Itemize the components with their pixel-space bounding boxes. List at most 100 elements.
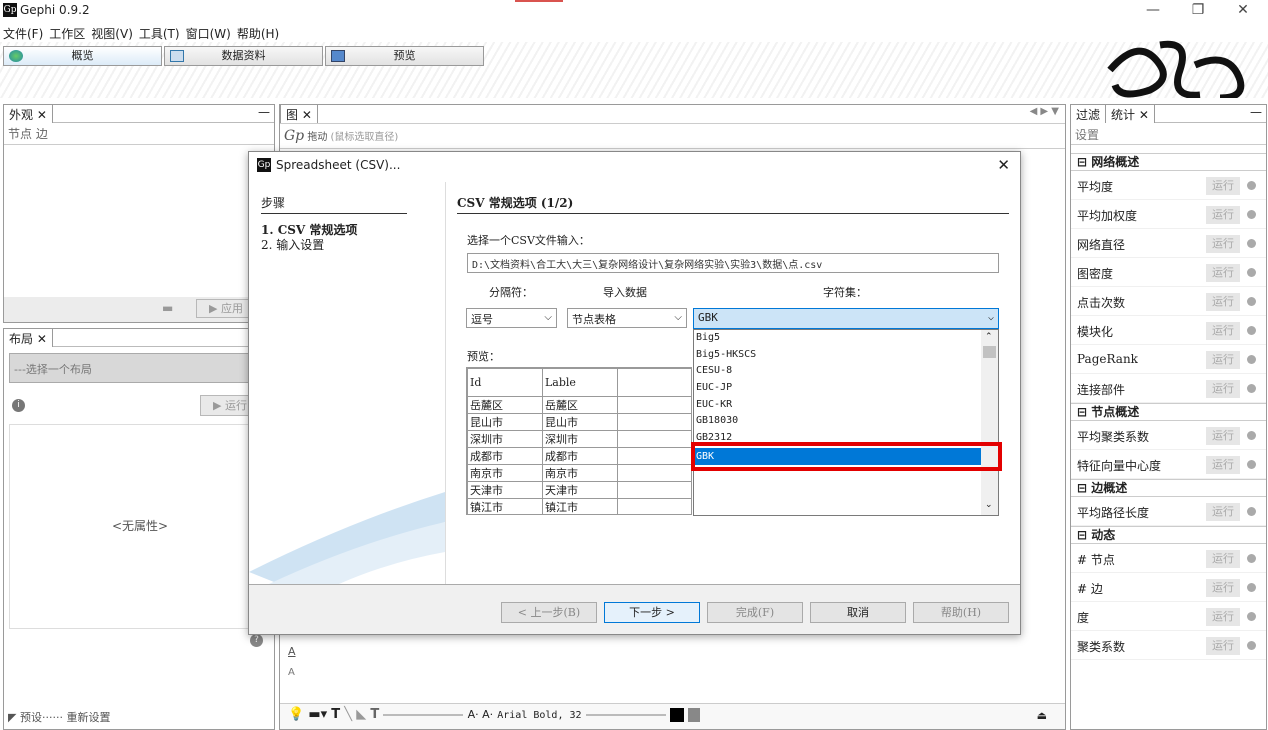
scroll-thumb[interactable] (983, 346, 996, 358)
stat-run-button[interactable]: 运行 (1206, 206, 1240, 224)
preset-button[interactable]: 预设······ (20, 711, 63, 724)
minimize-panel-icon[interactable]: — (258, 105, 270, 119)
eject-icon[interactable]: ⏏ (1037, 709, 1047, 722)
charset-option[interactable]: Big5 (694, 330, 982, 347)
apply-button[interactable]: ▶ 应用 (196, 299, 256, 318)
scroll-up-icon[interactable]: ⌃ (985, 332, 993, 342)
stat-run-button[interactable]: 运行 (1206, 351, 1240, 369)
stat-status-icon[interactable] (1247, 507, 1256, 516)
color-picker-icon[interactable] (687, 707, 700, 722)
help-icon[interactable]: ? (250, 634, 263, 647)
stat-status-icon[interactable] (1247, 431, 1256, 440)
text-size-icon[interactable]: A (288, 645, 296, 658)
tab-filter[interactable]: 过滤 (1071, 105, 1107, 123)
stat-run-button[interactable]: 运行 (1206, 293, 1240, 311)
stat-run-button[interactable]: 运行 (1206, 456, 1240, 474)
stat-run-button[interactable]: 运行 (1206, 503, 1240, 521)
help-button[interactable]: 帮助(H) (913, 602, 1009, 623)
stat-status-icon[interactable] (1247, 554, 1256, 563)
stat-run-button[interactable]: 运行 (1206, 380, 1240, 398)
stat-status-icon[interactable] (1247, 297, 1256, 306)
charset-option[interactable]: CESU-8 (694, 363, 982, 380)
edge-tool-icon[interactable]: ╲ (344, 707, 352, 722)
reset-button[interactable]: 重新设置 (66, 711, 110, 724)
font-size-a-icon[interactable]: A· A· (468, 708, 494, 721)
collapse-icon[interactable]: ⊟ (1077, 155, 1091, 169)
finish-button[interactable]: 完成(F) (707, 602, 803, 623)
font-size-slider[interactable] (585, 713, 666, 716)
label-size-slider[interactable] (383, 713, 464, 716)
stat-run-button[interactable]: 运行 (1206, 550, 1240, 568)
dropdown-scrollbar[interactable]: ⌃ ⌄ (981, 330, 998, 515)
layout-select[interactable]: ---选择一个布局 (9, 353, 271, 383)
tab-layout[interactable]: 布局 ✕ (4, 329, 53, 347)
stat-status-icon[interactable] (1247, 326, 1256, 335)
label-tool-icon[interactable]: T (370, 707, 379, 722)
stat-run-button[interactable]: 运行 (1206, 177, 1240, 195)
stat-run-button[interactable]: 运行 (1206, 637, 1240, 655)
charset-option[interactable]: GB18030 (694, 413, 982, 430)
next-step-button[interactable]: 下一步 > (604, 602, 700, 623)
stat-status-icon[interactable] (1247, 460, 1256, 469)
tab-appearance[interactable]: 外观 ✕ (4, 105, 53, 123)
tab-statistics[interactable]: 统计 ✕ (1106, 105, 1155, 123)
text-scale-icon[interactable]: A (288, 667, 295, 678)
collapse-icon[interactable]: ⊟ (1077, 405, 1091, 419)
auto-apply-icon[interactable]: ▬ (162, 301, 173, 315)
charset-option[interactable]: Big5-HKSCS (694, 347, 982, 364)
stat-run-button[interactable]: 运行 (1206, 235, 1240, 253)
screenshot-icon[interactable]: ▬▾ (308, 707, 327, 722)
charset-option[interactable]: EUC-JP (694, 380, 982, 397)
info-icon[interactable]: i (12, 399, 25, 412)
stat-status-icon[interactable] (1247, 641, 1256, 650)
tab-nav-arrows-icon[interactable]: ◀ ▶ ▼ (1030, 106, 1059, 117)
stat-status-icon[interactable] (1247, 210, 1256, 219)
stat-status-icon[interactable] (1247, 384, 1256, 393)
data-lab-button[interactable]: 数据资料 (164, 46, 323, 66)
stat-run-button[interactable]: 运行 (1206, 264, 1240, 282)
tab-graph[interactable]: 图 ✕ (280, 105, 318, 123)
stat-status-icon[interactable] (1247, 355, 1256, 364)
stats-section-header[interactable]: ⊟ 动态 (1071, 526, 1266, 544)
stats-section-header[interactable]: ⊟ 节点概述 (1071, 403, 1266, 421)
overview-button[interactable]: 概览 (3, 46, 162, 66)
settings-link[interactable]: 设置 (1071, 123, 1266, 145)
preview-button[interactable]: 预览 (325, 46, 484, 66)
minimize-stats-icon[interactable]: — (1250, 105, 1262, 119)
minimize-button[interactable]: — (1138, 2, 1168, 20)
stats-section-header[interactable]: ⊟ 网络概述 (1071, 153, 1266, 171)
font-name-label[interactable]: Arial Bold, 32 (497, 710, 581, 721)
collapse-icon[interactable]: ⊟ (1077, 528, 1091, 542)
color-swatch[interactable] (669, 707, 684, 722)
stat-status-icon[interactable] (1247, 181, 1256, 190)
stat-run-button[interactable]: 运行 (1206, 579, 1240, 597)
dialog-close-icon[interactable]: ✕ (997, 156, 1010, 174)
maximize-button[interactable]: ❐ (1183, 2, 1213, 20)
stat-row: # 边 运行 (1071, 573, 1266, 602)
stats-section-header[interactable]: ⊟ 边概述 (1071, 479, 1266, 497)
scroll-down-icon[interactable]: ⌄ (985, 500, 993, 510)
edge-weight-icon[interactable]: ◣ (356, 707, 366, 722)
close-window-button[interactable]: ✕ (1228, 2, 1258, 20)
bulb-icon[interactable]: 💡 (288, 707, 304, 722)
prev-step-button[interactable]: < 上一步(B) (501, 602, 597, 623)
node-edge-toggle[interactable]: 节点 边 (4, 123, 274, 145)
collapse-icon[interactable]: ⊟ (1077, 481, 1091, 495)
charset-option[interactable]: EUC-KR (694, 397, 982, 414)
stat-status-icon[interactable] (1247, 612, 1256, 621)
drag-tool-icon[interactable]: Gp (284, 128, 304, 144)
stat-run-button[interactable]: 运行 (1206, 427, 1240, 445)
stat-status-icon[interactable] (1247, 583, 1256, 592)
cancel-button[interactable]: 取消 (810, 602, 906, 623)
chevron-down-icon: ⌵ (674, 312, 682, 323)
text-tool-icon[interactable]: T (331, 707, 340, 722)
separator-select[interactable]: 逗号 ⌵ (466, 308, 557, 328)
stat-run-button[interactable]: 运行 (1206, 322, 1240, 340)
charset-select[interactable]: GBK ⌵ (693, 308, 999, 329)
stat-run-button[interactable]: 运行 (1206, 608, 1240, 626)
file-path-field[interactable]: D:\文档资料\合工大\大三\复杂网络设计\复杂网络实验\实验3\数据\点.cs… (467, 253, 999, 273)
gephi-banner-icon (1100, 40, 1250, 98)
stat-status-icon[interactable] (1247, 239, 1256, 248)
import-data-select[interactable]: 节点表格 ⌵ (567, 308, 687, 328)
stat-status-icon[interactable] (1247, 268, 1256, 277)
